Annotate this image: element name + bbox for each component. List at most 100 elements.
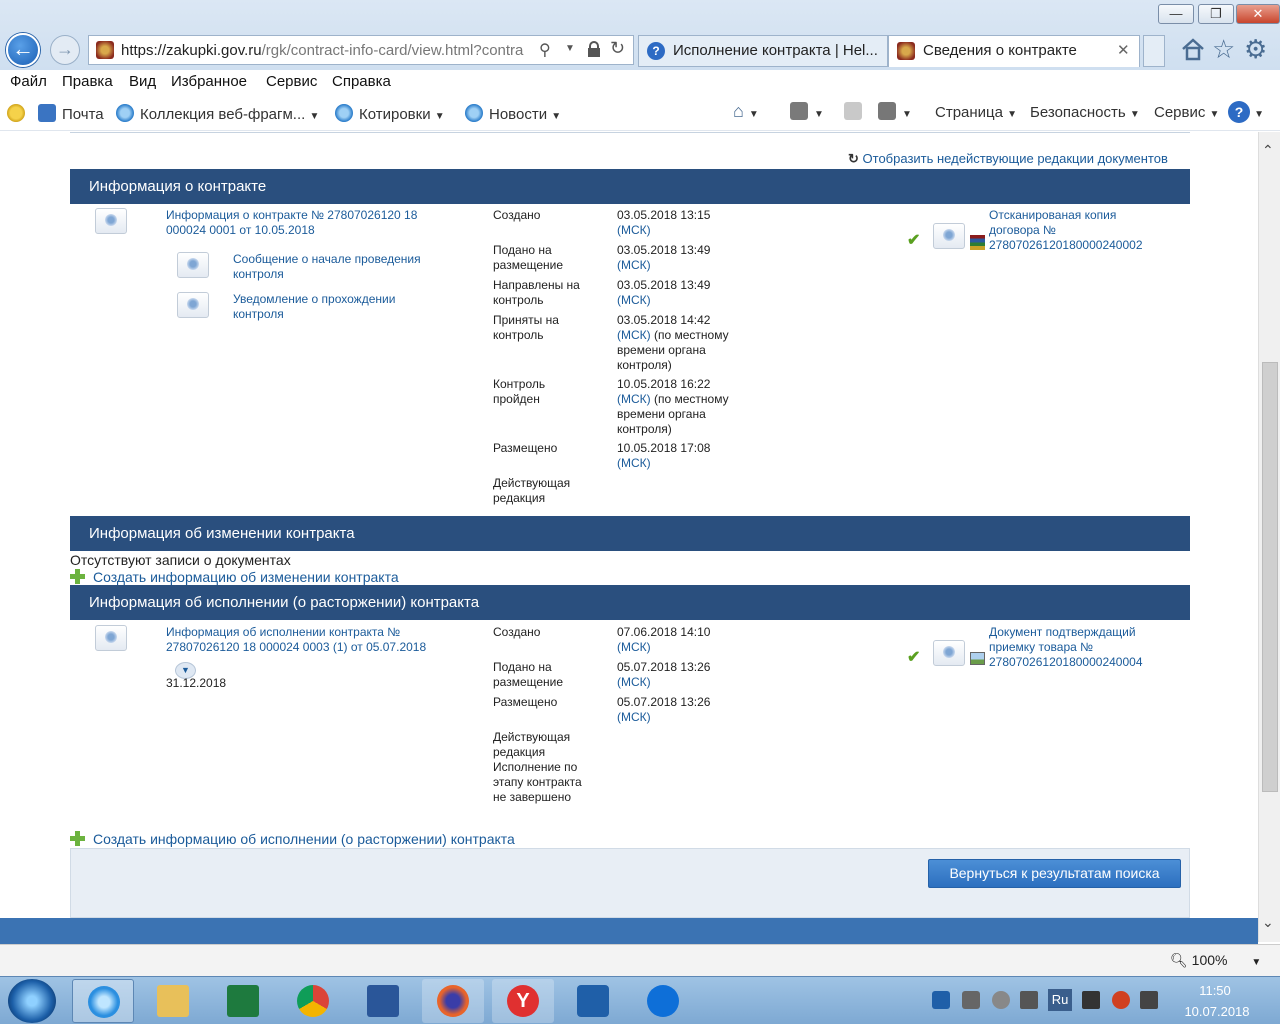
tray-lifebuoy-icon[interactable] [1112, 991, 1130, 1009]
address-bar[interactable]: https://zakupki.gov.ru/rgk/contract-info… [88, 35, 634, 65]
image-file-icon [970, 652, 985, 665]
tray-monitor-icon[interactable] [1082, 991, 1100, 1009]
event-label: Направлены на контроль [493, 278, 580, 307]
event-value: 10.05.2018 17:08 (МСК) [617, 441, 711, 470]
print-icon[interactable]: ▼ [878, 102, 912, 121]
menu-edit[interactable]: Правка [62, 73, 113, 90]
restore-button[interactable]: ❐ [1198, 4, 1234, 24]
status-bar: 🔍︎ 100% ▼ [0, 944, 1280, 976]
mail-icon [38, 104, 56, 122]
clock-date[interactable]: 10.07.2018 [1172, 1004, 1262, 1019]
add-favorite-star-icon[interactable] [7, 104, 25, 123]
tab-contract-details[interactable]: Сведения о контракте ✕ [888, 35, 1140, 67]
control-passed-link[interactable]: Уведомление о прохождении контроля [233, 292, 433, 322]
taskbar-yandex-app[interactable] [562, 979, 624, 1023]
safety-menu[interactable]: Безопасность ▼ [1030, 104, 1140, 121]
document-icon[interactable] [177, 252, 209, 278]
clock-time[interactable]: 11:50 [1180, 983, 1250, 998]
scroll-up-icon[interactable]: ⌃ [1262, 142, 1274, 159]
new-tab-button[interactable] [1143, 35, 1165, 67]
document-icon[interactable] [95, 208, 127, 234]
tray-network-icon[interactable] [962, 991, 980, 1009]
dropdown-arrow-icon[interactable]: ▼ [565, 43, 575, 54]
create-change-link[interactable]: Создать информацию об изменении контракт… [70, 569, 399, 585]
event-label: Действующая редакция [493, 476, 571, 505]
event-value: 03.05.2018 13:49 (МСК) [617, 278, 711, 307]
taskbar-yandex-browser[interactable]: Y [492, 979, 554, 1023]
home-icon[interactable] [1180, 36, 1206, 62]
forward-button[interactable]: → [50, 35, 80, 65]
page-menu[interactable]: Страница ▼ [935, 104, 1017, 121]
taskbar-excel[interactable] [212, 979, 274, 1023]
taskbar-explorer[interactable] [142, 979, 204, 1023]
event-value: 05.07.2018 13:26 (МСК) [617, 660, 711, 689]
minimize-button[interactable]: — [1158, 4, 1194, 24]
event-label: Создано [493, 625, 541, 639]
close-window-button[interactable]: ✕ [1236, 4, 1280, 24]
document-icon[interactable] [177, 292, 209, 318]
menu-view[interactable]: Вид [129, 73, 156, 90]
favorite-mail[interactable]: Почта [38, 104, 104, 123]
control-start-link[interactable]: Сообщение о начале проведения контроля [233, 252, 433, 282]
close-tab-icon[interactable]: ✕ [1117, 36, 1130, 66]
lock-icon[interactable] [587, 41, 601, 57]
taskbar-firefox[interactable] [422, 979, 484, 1023]
site-crest-icon [96, 41, 114, 59]
create-execution-link[interactable]: Создать информацию об исполнении (о раст… [70, 831, 515, 847]
tray-files-icon[interactable] [1020, 991, 1038, 1009]
tray-antivirus-icon[interactable] [992, 991, 1010, 1009]
taskbar-teamviewer[interactable] [632, 979, 694, 1023]
gear-icon[interactable]: ⚙ [1244, 34, 1267, 65]
home-command-icon[interactable]: ⌂ ▼ [733, 101, 759, 122]
menu-file[interactable]: Файл [10, 73, 47, 90]
section-header-changes: Информация об изменении контракта [70, 516, 1190, 551]
zoom-control[interactable]: 🔍︎ 100% ▼ [1170, 952, 1261, 969]
contract-doc-link[interactable]: Информация о контракте № 27807026120 18 … [166, 208, 431, 238]
tab-label: Сведения о контракте [923, 42, 1077, 59]
back-to-results-button[interactable]: Вернуться к результатам поиска [928, 859, 1181, 888]
ie-icon [116, 104, 134, 122]
help-menu-icon[interactable]: ? ▼ [1228, 101, 1264, 123]
favorites-star-icon[interactable]: ☆ [1212, 34, 1235, 65]
tab-label: Исполнение контракта | Hel... [673, 42, 878, 59]
empty-records-text: Отсутствуют записи о документах [70, 552, 291, 568]
acceptance-doc-link[interactable]: Документ подтверждащий приемку товара № … [989, 625, 1159, 670]
language-indicator[interactable]: Ru [1048, 989, 1072, 1011]
search-icon[interactable]: ⚲ [539, 40, 551, 60]
section-header-execution: Информация об исполнении (о расторжении)… [70, 585, 1190, 620]
menu-favorites[interactable]: Избранное [171, 73, 247, 90]
tools-menu[interactable]: Сервис ▼ [1154, 104, 1219, 121]
read-mail-icon[interactable] [844, 102, 868, 121]
event-label: Действующая редакция Исполнение по этапу… [493, 730, 582, 804]
document-icon[interactable] [933, 223, 965, 249]
refresh-icon[interactable]: ↻ [610, 38, 625, 59]
vertical-scrollbar[interactable]: ⌃ ⌄ [1258, 132, 1280, 942]
rss-icon[interactable]: ▼ [790, 102, 824, 121]
section-header-contract: Информация о контракте [70, 169, 1190, 204]
tray-yandex-icon[interactable] [932, 991, 950, 1009]
scanned-copy-link[interactable]: Отсканированая копия договора № 27807026… [989, 208, 1149, 253]
taskbar: Y Ru 11:50 10.07.2018 [0, 976, 1280, 1024]
start-button[interactable] [8, 979, 56, 1023]
checkmark-icon: ✔ [907, 649, 921, 666]
favorite-quotes[interactable]: Котировки ▼ [335, 104, 445, 123]
menu-tools[interactable]: Сервис [266, 73, 317, 90]
taskbar-word[interactable] [352, 979, 414, 1023]
back-button[interactable]: ← [6, 33, 40, 67]
tab-contract-execution[interactable]: ? Исполнение контракта | Hel... [638, 35, 888, 67]
tray-volume-muted-icon[interactable] [1140, 991, 1158, 1009]
plus-icon [70, 831, 85, 846]
taskbar-chrome[interactable] [282, 979, 344, 1023]
event-value: 05.07.2018 13:26 (МСК) [617, 695, 711, 724]
document-icon[interactable] [95, 625, 127, 651]
favorite-news[interactable]: Новости ▼ [465, 104, 561, 123]
document-icon[interactable] [933, 640, 965, 666]
scroll-down-icon[interactable]: ⌄ [1262, 914, 1274, 931]
show-inactive-link[interactable]: ↻ Отобразить недействующие редакции доку… [848, 151, 1168, 167]
event-label: Подано на размещение [493, 243, 564, 272]
scrollbar-thumb[interactable] [1262, 362, 1278, 792]
favorite-web-slices[interactable]: Коллекция веб-фрагм... ▼ [116, 104, 319, 123]
menu-help[interactable]: Справка [332, 73, 391, 90]
execution-doc-link[interactable]: Информация об исполнении контракта № 278… [166, 625, 436, 655]
taskbar-ie[interactable] [72, 979, 134, 1023]
